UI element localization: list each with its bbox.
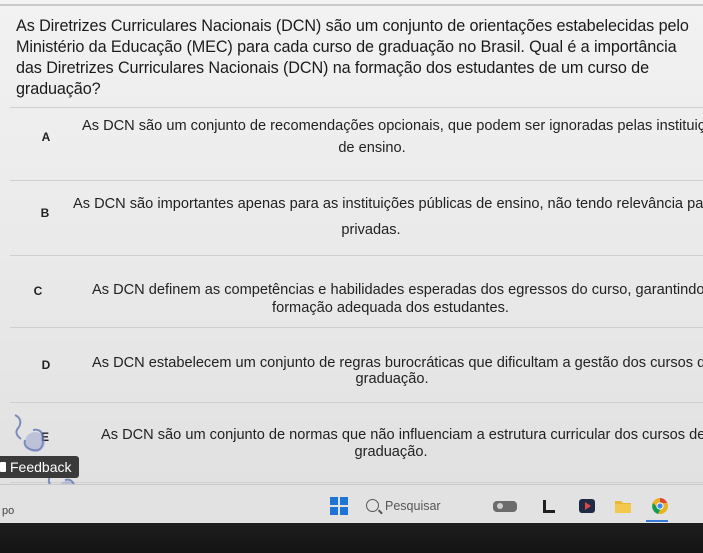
search-icon [366, 499, 379, 512]
option-text-line2: privadas. [341, 222, 401, 238]
option-letter: D [41, 358, 51, 372]
top-divider [0, 4, 703, 6]
active-app-indicator [646, 520, 668, 522]
option-divider [10, 180, 703, 181]
option-letter: A [41, 130, 51, 144]
search-placeholder: Pesquisar [385, 499, 441, 513]
folder-icon[interactable] [614, 497, 632, 515]
option-letter: C [33, 284, 43, 298]
taskbar-search[interactable]: Pesquisar [366, 496, 441, 516]
option-a[interactable]: A As DCN são um conjunto de recomendaçõe… [0, 110, 703, 178]
question-text: As Diretrizes Curriculares Nacionais (DC… [16, 17, 689, 98]
option-text-line2: graduação. [354, 444, 428, 460]
option-divider [10, 402, 703, 403]
option-text-line2: formação adequada dos estudantes. [272, 300, 509, 316]
feedback-label: Feedback [10, 459, 72, 475]
media-icon[interactable] [578, 497, 596, 515]
option-text-line2: de ensino. [338, 140, 406, 156]
start-icon[interactable] [330, 497, 348, 515]
option-divider [10, 255, 703, 256]
option-d[interactable]: D As DCN estabelecem um conjunto de regr… [0, 331, 703, 401]
feedback-button[interactable]: Feedback [0, 456, 80, 478]
taskbar-bar [0, 484, 703, 523]
chrome-icon[interactable] [651, 497, 669, 515]
taskbar-left-text: po [2, 505, 15, 517]
option-text-line1: As DCN são importantes apenas para as in… [73, 196, 703, 212]
option-b[interactable]: B As DCN são importantes apenas para as … [0, 184, 703, 254]
option-c[interactable]: C As DCN definem as competências e habil… [0, 258, 703, 326]
option-divider [10, 107, 703, 108]
option-e[interactable]: E As DCN são um conjunto de normas que n… [0, 405, 703, 481]
quiz-page: As Diretrizes Curriculares Nacionais (DC… [0, 0, 703, 553]
option-text-line1: As DCN são um conjunto de recomendações … [82, 118, 703, 134]
option-letter: B [40, 206, 50, 220]
option-letter: E [40, 430, 49, 444]
option-divider [10, 327, 703, 328]
widget-icon[interactable] [492, 497, 518, 515]
option-text-line2: graduação. [355, 371, 429, 387]
taskbar [0, 484, 703, 553]
file-explorer-icon[interactable] [540, 497, 558, 515]
option-divider [10, 482, 703, 483]
